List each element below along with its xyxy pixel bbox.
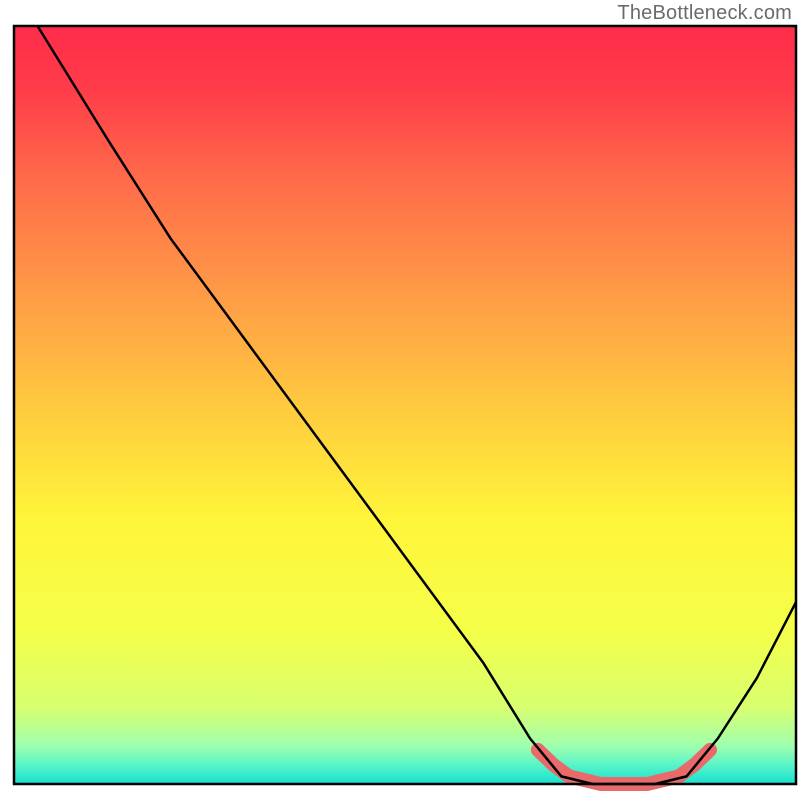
gradient-background [14,26,796,784]
bottleneck-chart [0,0,800,800]
watermark-text: TheBottleneck.com [617,2,792,25]
chart-svg [0,0,800,800]
